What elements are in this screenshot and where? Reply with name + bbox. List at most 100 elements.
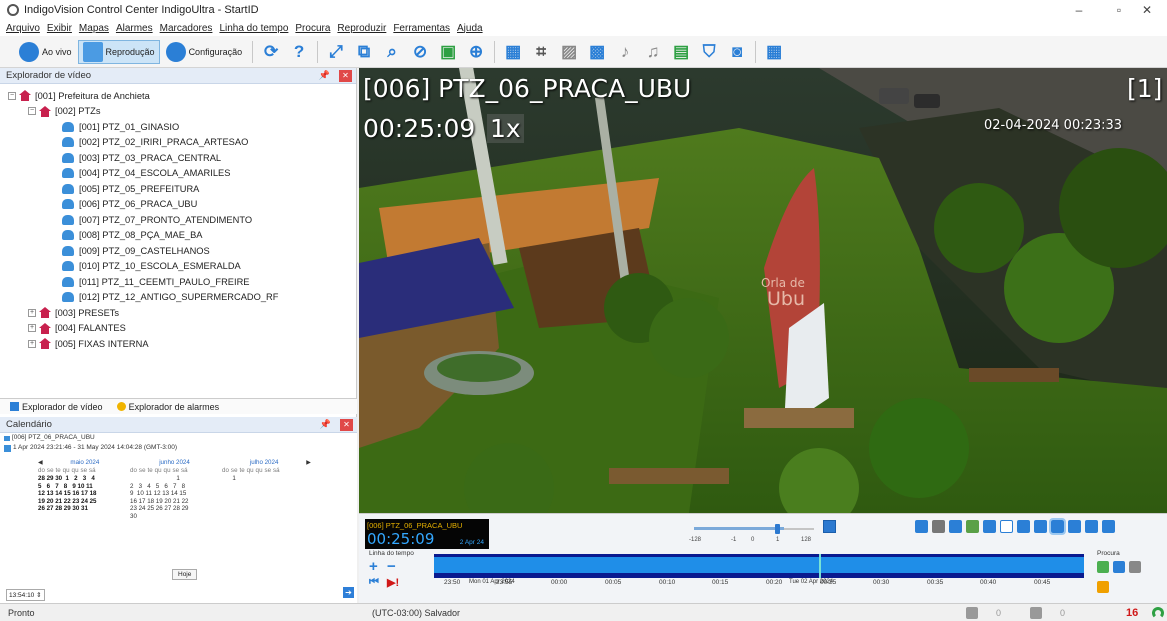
today-button[interactable]: Hoje xyxy=(172,569,198,580)
next-month-icon[interactable]: ▶ xyxy=(306,459,311,466)
menu-reproduzir[interactable]: Reproduzir xyxy=(337,23,386,34)
video-viewport[interactable]: [006] PTZ_06_PRACA_UBU 00:25:09 1x [1] 0… xyxy=(359,68,1167,513)
pin-icon[interactable]: 📌 xyxy=(320,419,331,430)
timeline-cursor[interactable] xyxy=(819,554,821,578)
tree-node-fixas[interactable]: + [005] FIXAS INTERNA xyxy=(0,336,356,352)
calendar-week[interactable]: 16 17 18 19 20 21 22 xyxy=(130,498,219,506)
tab-video-explorer[interactable]: Explorador de vídeo xyxy=(10,402,103,412)
mark-in-icon[interactable] xyxy=(915,520,928,533)
camera-item[interactable]: [010] PTZ_10_ESCOLA_ESMERALDA xyxy=(0,259,356,275)
fullscreen-icon[interactable]: ⤢ xyxy=(325,41,347,63)
export-status-icon[interactable] xyxy=(1030,606,1042,619)
camera-item[interactable]: [007] PTZ_07_PRONTO_ATENDIMENTO xyxy=(0,212,356,228)
camera-item[interactable]: [005] PTZ_05_PREFEITURA xyxy=(0,181,356,197)
bell-icon[interactable]: ♪ xyxy=(614,41,636,63)
close-panel-icon[interactable]: ✕ xyxy=(340,419,353,431)
add-icon[interactable]: ⊕ xyxy=(465,41,487,63)
step-forward-icon[interactable] xyxy=(1085,520,1098,533)
export-image-icon[interactable] xyxy=(966,520,979,533)
calendar-week[interactable]: 2 3 4 5 6 7 8 xyxy=(130,483,219,491)
calendar-week[interactable]: 12 13 14 15 16 17 18 xyxy=(38,490,127,498)
calendar-week[interactable]: 1 xyxy=(222,475,311,483)
search-people-icon[interactable] xyxy=(1128,561,1141,573)
camera-item[interactable]: [012] PTZ_12_ANTIGO_SUPERMERCADO_RF xyxy=(0,290,356,306)
search-zone-icon[interactable] xyxy=(1112,561,1125,573)
export-icon[interactable]: ▣ xyxy=(437,41,459,63)
bell-off-icon[interactable]: ♫ xyxy=(642,41,664,63)
rewind-icon[interactable] xyxy=(1017,520,1030,533)
camera-item[interactable]: [002] PTZ_02_IRIRI_PRACA_ARTESAO xyxy=(0,135,356,151)
step-back-icon[interactable] xyxy=(1034,520,1047,533)
collapse-icon[interactable]: − xyxy=(28,107,36,116)
time-spinner[interactable]: 13:54:10 ⇕ xyxy=(6,589,45,601)
config-button[interactable]: Configuração xyxy=(162,40,247,64)
calendar-week[interactable]: 30 xyxy=(130,513,219,521)
calendar-week[interactable]: 26 27 28 29 30 31 xyxy=(38,505,127,513)
speed-slider[interactable]: -128 -1 0 1 128 xyxy=(689,524,819,544)
refresh-icon[interactable]: ⟳ xyxy=(260,41,282,63)
grid-layout-icon[interactable]: ▦ xyxy=(763,41,785,63)
calendar-week[interactable]: 9 10 11 12 13 14 15 xyxy=(130,490,219,498)
search-motion-icon[interactable] xyxy=(1097,561,1109,573)
help-icon[interactable]: ? xyxy=(288,41,310,63)
search-grid-icon[interactable] xyxy=(1097,581,1109,593)
bookmark-icon[interactable] xyxy=(949,520,962,533)
live-button[interactable]: Ao vivo xyxy=(15,40,76,64)
close-panel-icon[interactable]: ✕ xyxy=(339,70,352,82)
fast-forward-icon[interactable] xyxy=(1102,520,1115,533)
tab-alarm-explorer[interactable]: Explorador de alarmes xyxy=(116,402,219,412)
connection-icon[interactable] xyxy=(1152,606,1164,619)
collapse-icon[interactable]: − xyxy=(8,91,16,100)
expand-icon[interactable]: + xyxy=(28,339,36,348)
zoom-out-icon[interactable]: − xyxy=(387,558,396,575)
calendar-week[interactable]: 28 29 30 1 2 3 4 xyxy=(38,475,127,483)
menu-ajuda[interactable]: Ajuda xyxy=(457,23,483,34)
search-icon[interactable]: ⌕ xyxy=(381,41,403,63)
camera-item[interactable]: [003] PTZ_03_PRACA_CENTRAL xyxy=(0,150,356,166)
tree-node-presets[interactable]: + [003] PRESETs xyxy=(0,305,356,321)
speed-thumb[interactable] xyxy=(775,524,780,534)
calendar-week[interactable]: 23 24 25 26 27 28 29 xyxy=(130,505,219,513)
calendar-week[interactable]: 19 20 21 22 23 24 25 xyxy=(38,498,127,506)
menu-exibir[interactable]: Exibir xyxy=(47,23,72,34)
menu-procura[interactable]: Procura xyxy=(295,23,330,34)
pin-icon[interactable]: 📌 xyxy=(319,70,330,81)
expand-icon[interactable]: + xyxy=(28,324,36,333)
shield-check-icon[interactable]: ⛉ xyxy=(698,41,720,63)
timeline-bar[interactable] xyxy=(434,554,1084,578)
camera-icon[interactable]: ◙ xyxy=(726,41,748,63)
close-button[interactable]: ✕ xyxy=(1127,0,1167,20)
playback-button[interactable]: Reprodução xyxy=(77,39,160,64)
frame-icon[interactable] xyxy=(932,520,945,533)
tree-node-falantes[interactable]: + [004] FALANTES xyxy=(0,321,356,337)
disable-icon[interactable]: ⊘ xyxy=(409,41,431,63)
camera-item[interactable]: [011] PTZ_11_CEEMTI_PAULO_FREIRE xyxy=(0,274,356,290)
pause-icon[interactable] xyxy=(1068,520,1081,533)
zoom-in-icon[interactable]: + xyxy=(369,558,378,575)
camera-item[interactable]: [009] PTZ_09_CASTELHANOS xyxy=(0,243,356,259)
shield-export-icon[interactable]: ▤ xyxy=(670,41,692,63)
menu-marcadores[interactable]: Marcadores xyxy=(160,23,213,34)
go-icon[interactable]: ➔ xyxy=(343,587,354,598)
tree-node-ptzs[interactable]: − [002] PTZs xyxy=(0,104,356,120)
camera-item[interactable]: [008] PTZ_08_PÇA_MAE_BA xyxy=(0,228,356,244)
menu-ferramentas[interactable]: Ferramentas xyxy=(393,23,450,34)
go-live-icon[interactable]: ▶! xyxy=(387,576,399,589)
camera-item-selected[interactable]: [006] PTZ_06_PRACA_UBU xyxy=(0,197,356,213)
menu-linha-do-tempo[interactable]: Linha do tempo xyxy=(219,23,288,34)
menu-mapas[interactable]: Mapas xyxy=(79,23,109,34)
calendar-week[interactable]: 5 6 7 8 9 10 11 xyxy=(38,483,127,491)
snapshot-icon[interactable]: ⧉ xyxy=(353,41,375,63)
minimize-button[interactable]: – xyxy=(1059,0,1099,20)
prev-month-icon[interactable]: ◀ xyxy=(38,459,43,466)
go-start-icon[interactable]: ⏮ xyxy=(369,576,379,589)
camera-item[interactable]: [004] PTZ_04_ESCOLA_AMARILES xyxy=(0,166,356,182)
menu-arquivo[interactable]: Arquivo xyxy=(6,23,40,34)
lock-icon[interactable] xyxy=(823,520,836,533)
image-icon[interactable]: ▨ xyxy=(558,41,580,63)
link-icon[interactable] xyxy=(1000,520,1013,533)
grid-close-icon[interactable]: ▩ xyxy=(586,41,608,63)
camera-item[interactable]: [001] PTZ_01_GINASIO xyxy=(0,119,356,135)
recording-icon[interactable] xyxy=(966,606,978,619)
expand-icon[interactable]: + xyxy=(28,308,36,317)
